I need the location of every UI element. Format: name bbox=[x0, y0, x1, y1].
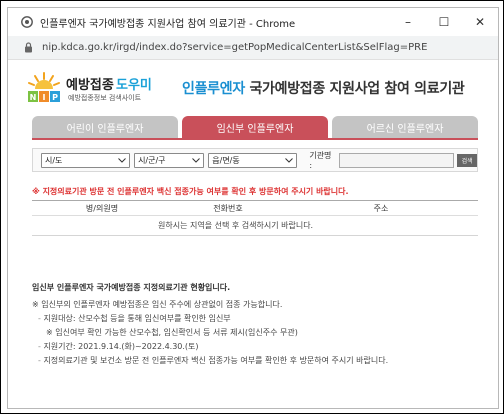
logo-subtitle: 예방접종정보 검색사이트 bbox=[68, 94, 142, 102]
page-content: N I P 예방접종 도우미 예방접종정보 검색사이트 인플루엔자 국가예방접종… bbox=[8, 60, 498, 408]
window-controls: – ☐ ✕ bbox=[390, 8, 498, 36]
guide-item-text: 지정의료기관 및 보건소 방문 전 인플루엔자 백신 접종가능 여부를 확인한 … bbox=[43, 356, 389, 365]
title-bar: 인플루엔자 국가예방접종 지원사업 참여 의료기관 - Chrome – ☐ ✕ bbox=[8, 8, 498, 36]
chevron-down-icon bbox=[285, 157, 294, 163]
tab-children-influenza[interactable]: 어린이 인플루엔자 bbox=[32, 116, 178, 138]
guide-item: - 지정의료기관 및 보건소 방문 전 인플루엔자 백신 접종가능 여부를 확인… bbox=[32, 354, 482, 368]
visit-warning: ※ 지정의료기관 방문 전 인플루엔자 백신 접종가능 여부를 확인 후 방문하… bbox=[32, 187, 349, 196]
sigungu-select[interactable]: 시/군/구 bbox=[134, 152, 205, 168]
guide-bullet: - bbox=[38, 356, 41, 365]
guide-item: - 지원대상: 산모수첩 등을 통해 임신여부를 확인한 임신부 bbox=[32, 312, 482, 326]
guide-subnote-text: ※ 임신여부 확인 가능한 산모수첩, 임신확인서 등 서류 제시(임신주수 무… bbox=[46, 328, 298, 337]
browser-window: 인플루엔자 국가예방접종 지원사업 참여 의료기관 - Chrome – ☐ ✕… bbox=[7, 7, 499, 409]
minimize-button[interactable]: – bbox=[390, 8, 426, 36]
url-text[interactable]: nip.kdca.go.kr/irgd/index.do?service=get… bbox=[42, 42, 427, 53]
tab-bar: 어린이 인플루엔자 임신부 인플루엔자 어르신 인플루엔자 bbox=[32, 116, 478, 138]
svg-text:I: I bbox=[43, 93, 46, 102]
tab-elderly-influenza[interactable]: 어르신 인플루엔자 bbox=[332, 116, 478, 138]
page-title-rest: 국가예방접종 지원사업 참여 의료기관 bbox=[244, 81, 465, 97]
guide-title: 임신부 인플루엔자 국가예방접종 지정의료기관 현황입니다. bbox=[32, 283, 231, 292]
site-logo[interactable]: N I P 예방접종 도우미 예방접종정보 검색사이트 bbox=[26, 70, 156, 108]
table-empty-row: 원하시는 지역을 선택 후 검색하시기 바랍니다. bbox=[32, 216, 478, 236]
page-title: 인플루엔자 국가예방접종 지원사업 참여 의료기관 bbox=[182, 78, 465, 98]
eupmyeondong-select[interactable]: 읍/면/동 bbox=[208, 152, 298, 168]
results-table: 병/의원명 전화번호 주소 원하시는 지역을 선택 후 검색하시기 바랍니다. bbox=[32, 200, 478, 236]
column-header-phone: 전화번호 bbox=[213, 203, 243, 213]
guide-item-text: 지원대상: 산모수첩 등을 통해 임신여부를 확인한 임신부 bbox=[43, 314, 231, 323]
guide-subnote: ※ 임신여부 확인 가능한 산모수첩, 임신확인서 등 서류 제시(임신주수 무… bbox=[32, 326, 482, 340]
close-button[interactable]: ✕ bbox=[462, 8, 498, 36]
guide-bullet: - bbox=[38, 314, 41, 323]
logo-brand-main: 예방접종 bbox=[66, 78, 114, 93]
sido-select-value: 시/도 bbox=[45, 155, 63, 165]
guide-note: ※ 임신부의 인플루엔자 예방접종은 임신 주수에 상관없이 접종 가능합니다. bbox=[32, 298, 482, 312]
chevron-down-icon bbox=[192, 157, 201, 163]
org-name-label: 기관명 : bbox=[309, 151, 332, 170]
org-name-input[interactable] bbox=[339, 152, 455, 168]
search-button[interactable]: 검색 bbox=[457, 153, 477, 167]
screenshot-frame: 인플루엔자 국가예방접종 지원사업 참여 의료기관 - Chrome – ☐ ✕… bbox=[0, 0, 504, 414]
lock-icon[interactable] bbox=[22, 42, 34, 54]
svg-text:N: N bbox=[30, 93, 37, 102]
page-favicon-icon bbox=[20, 16, 33, 29]
guide-item-text: 지원기간: 2021.9.14.(화)~2022.4.30.(토) bbox=[43, 342, 199, 351]
svg-text:P: P bbox=[52, 93, 58, 102]
maximize-button[interactable]: ☐ bbox=[426, 8, 462, 36]
eupmyeondong-select-value: 읍/면/동 bbox=[212, 155, 240, 165]
tab-pregnant-influenza[interactable]: 임신부 인플루엔자 bbox=[182, 116, 328, 138]
table-header: 병/의원명 전화번호 주소 bbox=[32, 200, 478, 216]
nip-logo-icon: N I P bbox=[28, 72, 60, 102]
sido-select[interactable]: 시/도 bbox=[41, 152, 131, 168]
tab-underline bbox=[32, 138, 478, 140]
column-header-address: 주소 bbox=[373, 203, 389, 213]
window-title: 인플루엔자 국가예방접종 지원사업 참여 의료기관 - Chrome bbox=[40, 18, 296, 30]
guide-bullet: - bbox=[38, 342, 41, 351]
chevron-down-icon bbox=[118, 157, 126, 163]
address-bar[interactable]: nip.kdca.go.kr/irgd/index.do?service=get… bbox=[8, 36, 498, 60]
guide-note-text: ※ 임신부의 인플루엔자 예방접종은 임신 주수에 상관없이 접종 가능합니다. bbox=[32, 300, 283, 309]
logo-brand-accent: 도우미 bbox=[116, 78, 152, 93]
page-title-accent: 인플루엔자 bbox=[182, 81, 245, 97]
sigungu-select-value: 시/군/구 bbox=[138, 155, 166, 165]
column-header-hospital: 병/의원명 bbox=[85, 203, 119, 213]
search-filter-bar: 시/도 시/군/구 읍/면/동 기관명 : 검색 bbox=[32, 148, 478, 172]
guide-item: - 지원기간: 2021.9.14.(화)~2022.4.30.(토) bbox=[32, 340, 482, 354]
guide-section: 임신부 인플루엔자 국가예방접종 지정의료기관 현황입니다. ※ 임신부의 인플… bbox=[32, 282, 482, 368]
